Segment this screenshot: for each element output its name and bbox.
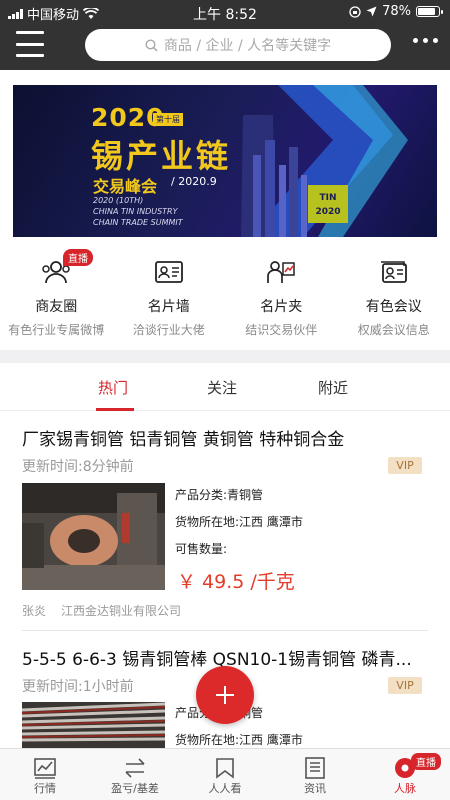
summit-banner[interactable]: 2020 第十届 锡产业链 交易峰会 / 2020.9 2020 (10TH) … (13, 85, 437, 237)
nav-item-profit[interactable]: 盈亏/基差 (90, 749, 180, 800)
nav-item-contacts[interactable]: 直播 人脉 (360, 749, 450, 800)
nav-item-watch[interactable]: 人人看 (180, 749, 270, 800)
product-price: ￥ 49.5 /千克 (177, 571, 295, 593)
chart-icon (34, 758, 56, 779)
rotation-lock-icon (349, 5, 361, 18)
product-quantity-label: 可售数量: (175, 542, 228, 556)
live-badge: 直播 (63, 249, 93, 266)
quick-entry-meeting[interactable]: 有色会议 权威会议信息 (338, 247, 450, 347)
quick-entry-card-wall[interactable]: 名片墙 洽谈行业大佬 (113, 247, 226, 347)
tab-follow[interactable]: 关注 (207, 377, 237, 398)
quick-entry-title: 商友圈 (35, 299, 78, 315)
location-arrow-icon (366, 6, 377, 17)
banner-english: 2020 (10TH) CHINA TIN INDUSTRY CHAIN TRA… (93, 196, 183, 227)
quick-entry-desc: 结识交易伙伴 (245, 323, 318, 337)
active-tab-indicator (96, 408, 134, 411)
listing-update-time: 更新时间:1小时前 (22, 679, 134, 695)
search-placeholder: 商品 / 企业 / 人名等关键字 (163, 38, 332, 54)
card-wall-icon (154, 261, 183, 283)
listing-card[interactable]: 厂家锡青铜管 铝青铜管 黄铜管 特种铜合金 更新时间:8分钟前 VIP 产品分类… (0, 412, 450, 634)
nav-item-market[interactable]: 行情 (0, 749, 90, 800)
product-image[interactable] (22, 702, 165, 748)
bookmark-icon (216, 758, 234, 779)
bottom-nav: 行情 盈亏/基差 人人看 资讯 直播 人脉 (0, 748, 450, 800)
nav-label: 行情 (34, 782, 56, 795)
banner-edition: 第十届 (153, 113, 183, 126)
nav-label: 资讯 (304, 782, 326, 795)
tab-hot[interactable]: 热门 (98, 377, 128, 398)
status-bar: 中国移动 上午 8:52 78% (0, 0, 450, 24)
quick-entry-desc: 权威会议信息 (357, 323, 430, 337)
section-divider (0, 350, 450, 363)
nav-label: 人脉 (394, 782, 416, 795)
quick-entry-card-holder[interactable]: 名片夹 结识交易伙伴 (225, 247, 338, 347)
nav-item-news[interactable]: 资讯 (270, 749, 360, 800)
product-location: 货物所在地:江西 鹰潭市 (175, 733, 303, 747)
menu-button[interactable] (16, 31, 44, 57)
vip-badge: VIP (388, 677, 422, 694)
product-location: 货物所在地:江西 鹰潭市 (175, 515, 303, 529)
add-post-button[interactable] (196, 666, 254, 724)
quick-entry-title: 名片夹 (260, 299, 303, 315)
card-divider (22, 630, 428, 631)
tin-logo: TIN 2020 (308, 185, 348, 223)
quick-entry-desc: 洽谈行业大佬 (132, 323, 205, 337)
quick-entry-title: 有色会议 (365, 299, 422, 315)
battery-percent: 78% (382, 4, 411, 19)
quick-entry-desc: 有色行业专属微博 (8, 323, 105, 337)
profit-icon (125, 758, 145, 778)
banner-date: / 2020.9 (171, 175, 217, 188)
feed-tabs: 热门 关注 附近 (0, 363, 450, 411)
seller-name: 张炎 (22, 604, 47, 618)
quick-entries: 直播 商友圈 有色行业专属微博 名片墙 洽谈行业大佬 名片夹 结识交易伙伴 有色… (0, 247, 450, 347)
seller-company[interactable]: 江西金达铜业有限公司 (61, 602, 181, 619)
vip-badge: VIP (388, 457, 422, 474)
product-category: 产品分类:青铜管 (175, 488, 264, 502)
search-bar[interactable]: 商品 / 企业 / 人名等关键字 (85, 29, 391, 61)
search-icon (145, 38, 158, 52)
banner-title: 锡产业链 (91, 137, 232, 175)
news-icon (305, 757, 325, 779)
nav-label: 盈亏/基差 (111, 782, 159, 795)
card-holder-icon (267, 261, 295, 283)
quick-entry-title: 名片墙 (147, 299, 190, 315)
listing-update-time: 更新时间:8分钟前 (22, 459, 134, 475)
nav-label: 人人看 (208, 782, 242, 795)
quick-entry-friends[interactable]: 直播 商友圈 有色行业专属微博 (0, 247, 113, 347)
battery-icon (416, 6, 443, 17)
tab-nearby[interactable]: 附近 (318, 377, 348, 398)
more-button[interactable] (413, 38, 438, 43)
app-header: 中国移动 上午 8:52 78% 商品 / 企业 / 人名等关键字 (0, 0, 450, 70)
live-badge: 直播 (411, 753, 441, 770)
banner-subtitle: 交易峰会 (93, 177, 158, 196)
listing-title[interactable]: 厂家锡青铜管 铝青铜管 黄铜管 特种铜合金 (22, 425, 422, 450)
meeting-icon (380, 261, 407, 283)
product-image[interactable] (22, 483, 165, 590)
